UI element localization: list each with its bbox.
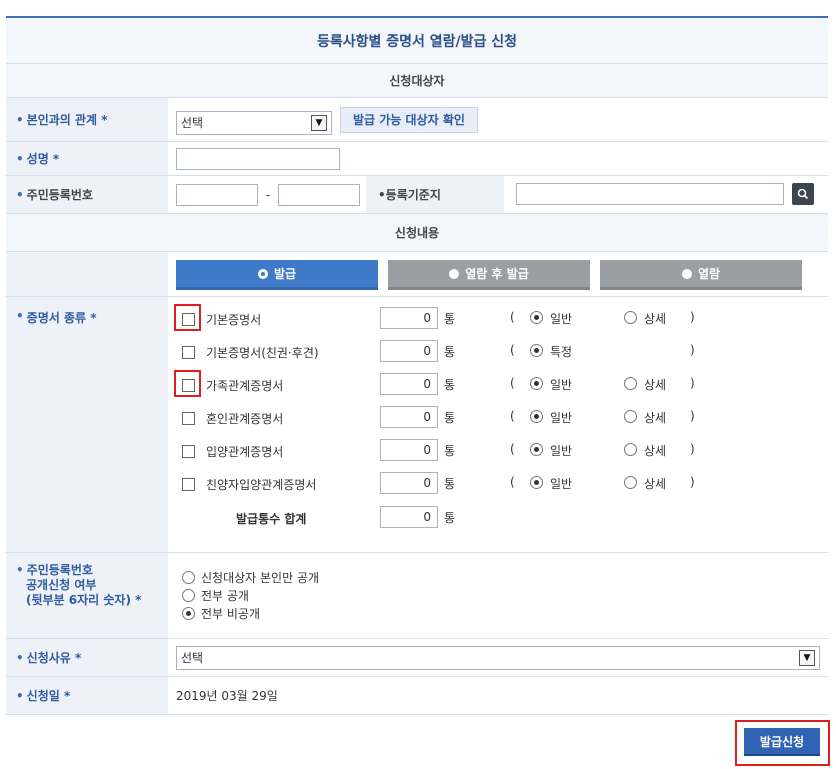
cert-total: 발급통수 합계 0 통 bbox=[168, 506, 808, 530]
issue-type-tabs: 발급 열람 후 발급 열람 bbox=[176, 252, 802, 290]
check-eligible-button[interactable]: 발급 가능 대상자 확인 bbox=[340, 106, 478, 133]
radio-detail[interactable] bbox=[624, 476, 637, 489]
submit-button[interactable]: 발급신청 bbox=[744, 728, 820, 756]
bullet-icon: • bbox=[378, 187, 386, 202]
reason-select[interactable]: 선택 ▼ bbox=[176, 645, 820, 670]
tabs-row: 발급 열람 후 발급 열람 bbox=[6, 252, 828, 297]
rrn-separator: - bbox=[266, 187, 271, 202]
name-label: • 성명 * bbox=[6, 142, 168, 175]
bullet-icon: • bbox=[16, 187, 24, 202]
radio-dot-icon bbox=[681, 268, 692, 279]
form-title: 등록사항별 증명서 열람/발급 신청 bbox=[6, 18, 828, 64]
disclosure-row: • 주민등록번호 공개신청 여부 (뒷부분 6자리 숫자) * 신청대상자 본인만… bbox=[6, 553, 828, 639]
cert-checkbox[interactable] bbox=[182, 445, 195, 458]
cert-checkbox[interactable] bbox=[182, 313, 195, 326]
radio-detail[interactable] bbox=[624, 377, 637, 390]
bullet-icon: • bbox=[16, 688, 24, 703]
qty-input[interactable]: 0 bbox=[380, 340, 438, 362]
radio-dot-icon bbox=[449, 268, 460, 279]
rrn-row: • 주민등록번호 - • 등록기준지 bbox=[6, 176, 828, 214]
qty-input[interactable]: 0 bbox=[380, 373, 438, 395]
relation-select[interactable]: 선택 ▼ bbox=[176, 110, 332, 135]
radio-general[interactable] bbox=[530, 443, 543, 456]
bullet-icon: • bbox=[16, 563, 24, 577]
cert-item-adoption: 입양관계증명서 0 통 ( 일반 상세 ) bbox=[168, 439, 808, 463]
cert-checkbox[interactable] bbox=[182, 412, 195, 425]
disclosure-option-all[interactable]: 전부 공개 bbox=[182, 587, 249, 605]
cert-item-full-adoption: 친양자입양관계증명서 0 통 ( 일반 상세 ) bbox=[168, 472, 808, 496]
cert-type-row: • 증명서 종류 * 기본증명서 0 통 ( 일반 상세 ) 기본증명서(친권·후… bbox=[6, 297, 828, 553]
rrn-label: • 주민등록번호 bbox=[6, 176, 168, 213]
cert-checkbox[interactable] bbox=[182, 379, 195, 392]
name-row: • 성명 * bbox=[6, 142, 828, 176]
bullet-icon: • bbox=[16, 112, 24, 127]
reg-base-input[interactable] bbox=[516, 183, 784, 205]
qty-input[interactable]: 0 bbox=[380, 439, 438, 461]
bullet-icon: • bbox=[16, 309, 24, 323]
reason-row: • 신청사유 * 선택 ▼ bbox=[6, 639, 828, 677]
cert-type-label: • 증명서 종류 * bbox=[6, 297, 168, 552]
cert-checkbox[interactable] bbox=[182, 346, 195, 359]
radio[interactable] bbox=[182, 607, 195, 620]
chevron-down-icon: ▼ bbox=[799, 649, 815, 666]
section-content: 신청내용 bbox=[6, 214, 828, 252]
cert-checkbox[interactable] bbox=[182, 478, 195, 491]
qty-input[interactable]: 0 bbox=[380, 307, 438, 329]
search-icon bbox=[797, 188, 809, 200]
tab-issue[interactable]: 발급 bbox=[176, 260, 378, 290]
chevron-down-icon: ▼ bbox=[311, 114, 327, 131]
total-qty-display: 0 bbox=[380, 506, 438, 528]
rrn-back-input[interactable] bbox=[278, 183, 361, 206]
tab-view[interactable]: 열람 bbox=[600, 260, 802, 290]
name-input[interactable] bbox=[176, 147, 340, 170]
radio-detail[interactable] bbox=[624, 443, 637, 456]
bullet-icon: • bbox=[16, 151, 24, 166]
disclosure-label: • 주민등록번호 공개신청 여부 (뒷부분 6자리 숫자) * bbox=[6, 553, 168, 638]
radio-general[interactable] bbox=[530, 410, 543, 423]
tab-view-then-issue[interactable]: 열람 후 발급 bbox=[388, 260, 590, 290]
radio-detail[interactable] bbox=[624, 410, 637, 423]
radio-general[interactable] bbox=[530, 377, 543, 390]
qty-input[interactable]: 0 bbox=[380, 406, 438, 428]
disclosure-option-self[interactable]: 신청대상자 본인만 공개 bbox=[182, 569, 319, 587]
reg-base-label: • 등록기준지 bbox=[366, 176, 504, 213]
relation-row: • 본인과의 관계 * 선택 ▼ 발급 가능 대상자 확인 bbox=[6, 98, 828, 142]
radio[interactable] bbox=[182, 589, 195, 602]
radio-detail[interactable] bbox=[624, 311, 637, 324]
radio-dot-icon bbox=[257, 268, 268, 279]
cert-item-basic-guardian: 기본증명서(친권·후견) 0 통 ( 특정 ) bbox=[168, 340, 808, 364]
cert-item-marriage: 혼인관계증명서 0 통 ( 일반 상세 ) bbox=[168, 406, 808, 430]
certificate-application-form: 등록사항별 증명서 열람/발급 신청 신청대상자 • 본인과의 관계 * 선택 ▼… bbox=[6, 16, 828, 715]
application-date: 2019년 03월 29일 bbox=[176, 689, 278, 703]
radio[interactable] bbox=[182, 571, 195, 584]
radio-general[interactable] bbox=[530, 311, 543, 324]
cert-item-basic: 기본증명서 0 통 ( 일반 상세 ) bbox=[168, 304, 808, 331]
bullet-icon: • bbox=[16, 650, 24, 665]
date-row: • 신청일 * 2019년 03월 29일 bbox=[6, 677, 828, 715]
radio-specific[interactable] bbox=[530, 344, 543, 357]
radio-general[interactable] bbox=[530, 476, 543, 489]
rrn-front-input[interactable] bbox=[176, 183, 258, 206]
cert-item-family: 가족관계증명서 0 통 ( 일반 상세 ) bbox=[168, 370, 808, 397]
date-label: • 신청일 * bbox=[6, 677, 168, 714]
qty-input[interactable]: 0 bbox=[380, 472, 438, 494]
cert-list: 기본증명서 0 통 ( 일반 상세 ) 기본증명서(친권·후견) 0 통 ( 특… bbox=[168, 297, 828, 551]
relation-label: • 본인과의 관계 * bbox=[6, 98, 168, 141]
reason-label: • 신청사유 * bbox=[6, 639, 168, 676]
disclosure-option-none[interactable]: 전부 비공개 bbox=[182, 605, 260, 623]
section-applicant: 신청대상자 bbox=[6, 64, 828, 98]
search-button[interactable] bbox=[792, 183, 814, 205]
